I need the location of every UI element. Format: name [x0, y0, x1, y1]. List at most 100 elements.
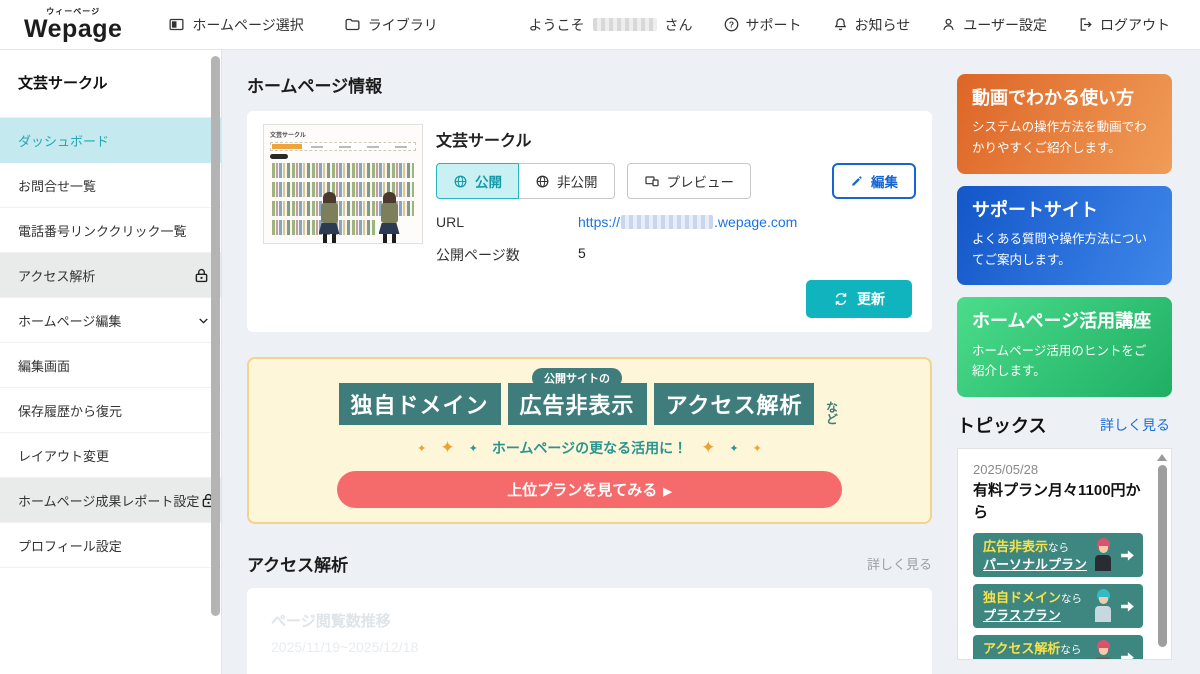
arrow-right-icon [1119, 649, 1136, 660]
person-icon [940, 16, 957, 33]
plan-banner-plus-domain[interactable]: 独自ドメインなら プラスプラン [973, 584, 1143, 628]
site-url-link[interactable]: https:// .wepage.com [578, 214, 797, 230]
sparkle-icon: ✦ [753, 442, 762, 455]
plan-banner-personal[interactable]: 広告非表示なら パーソナルプラン [973, 533, 1143, 577]
publish-toggle: 公開 非公開 [436, 163, 615, 199]
sidebar-item-inquiries[interactable]: お問合せ一覧 [0, 163, 221, 208]
topic-headline: 有料プラン月々1100円から [973, 480, 1143, 524]
topics-box: 2025/05/28 有料プラン月々1100円から 広告非表示なら パーソナルプ… [957, 448, 1172, 660]
right-column: 動画でわかる使い方 システムの操作方法を動画でわかりやすくご紹介します。 サポー… [945, 50, 1200, 674]
sidebar-item-access-analytics[interactable]: アクセス解析 [0, 253, 221, 298]
sidebar-item-layout-change[interactable]: レイアウト変更 [0, 433, 221, 478]
pencil-icon [850, 174, 864, 188]
plan-banner-plus-analytics[interactable]: アクセス解析なら プラスプラン [973, 635, 1143, 660]
analytics-card: ページ閲覧数推移 2025/11/19~2025/12/18 直近１ヶ月間 0件… [247, 588, 932, 674]
sparkle-icon: ✦ [701, 438, 715, 458]
edit-button[interactable]: 編集 [832, 163, 916, 199]
sidebar-item-report-settings[interactable]: ホームページ成果レポート設定 [0, 478, 221, 523]
sidebar-item-phone-link-clicks[interactable]: 電話番号リンククリック一覧 [0, 208, 221, 253]
logout-icon [1077, 16, 1094, 33]
library-illustration [270, 163, 416, 244]
wepage-logo[interactable]: ウィーページ Wepage [24, 8, 122, 42]
arrow-right-icon: ▶ [663, 486, 671, 498]
upgrade-promo-banner[interactable]: 独自ドメイン 公開サイトの 広告非表示 アクセス解析 など ✦ ✦ ✦ ホームペ… [247, 357, 932, 524]
redacted-subdomain [621, 215, 713, 229]
topic-date: 2025/05/28 [973, 462, 1143, 477]
svg-text:?: ? [728, 19, 733, 29]
url-label: URL [436, 214, 578, 230]
arrow-right-icon [1119, 598, 1136, 615]
bell-icon [832, 16, 849, 33]
topics-more-link[interactable]: 詳しく見る [1100, 415, 1170, 435]
topics-scrollbar[interactable] [1157, 454, 1167, 659]
chart-title: ページ閲覧数推移 [271, 610, 908, 631]
character-illustration [314, 192, 344, 244]
site-name: 文芸サークル [436, 127, 916, 151]
analytics-more-link[interactable]: 詳しく見る [867, 554, 932, 573]
folder-icon [344, 16, 361, 33]
feature-access-analytics: アクセス解析 [654, 383, 815, 425]
feature-tag: 公開サイトの [532, 368, 622, 388]
page-title: ホームページ情報 [247, 72, 932, 97]
character-illustration [1091, 589, 1115, 623]
scroll-up-arrow-icon[interactable] [1157, 454, 1167, 461]
sidebar-item-homepage-edit[interactable]: ホームページ編集 [0, 298, 221, 343]
preview-button[interactable]: プレビュー [627, 163, 752, 199]
sidebar-site-name: 文芸サークル [0, 50, 221, 118]
question-circle-icon: ? [723, 16, 740, 33]
notifications-menu[interactable]: お知らせ [832, 15, 911, 35]
update-button[interactable]: 更新 [806, 280, 912, 318]
top-navbar: ウィーページ Wepage ホームページ選択 ライブラリ ようこそ さん [0, 0, 1200, 50]
user-settings-menu[interactable]: ユーザー設定 [940, 15, 1047, 35]
topics-title: トピックス [957, 412, 1046, 438]
pages-count-row: 公開ページ数 5 [436, 245, 916, 265]
sidebar-item-edit-screen[interactable]: 編集画面 [0, 343, 221, 388]
etc-label: など [823, 401, 840, 425]
homepage-course-card[interactable]: ホームページ活用講座 ホームページ活用のヒントをご紹介します。 [957, 297, 1172, 397]
banner-tagline: ホームページの更なる活用に！ [492, 438, 687, 458]
sidebar-scrollbar[interactable] [211, 56, 220, 616]
character-illustration [1091, 538, 1115, 572]
main-content: ホームページ情報 文芸サークル [222, 50, 945, 674]
globe-icon [453, 174, 468, 189]
url-row: URL https:// .wepage.com [436, 214, 916, 230]
globe-icon [535, 174, 550, 189]
redacted-username [593, 18, 657, 31]
sparkle-icon: ✦ [469, 442, 478, 455]
main-nav: ホームページ選択 ライブラリ [168, 15, 437, 35]
pages-count-value: 5 [578, 245, 586, 265]
sidebar: 文芸サークル ダッシュボード お問合せ一覧 電話番号リンククリック一覧 アクセス… [0, 50, 222, 674]
sidebar-item-profile-settings[interactable]: プロフィール設定 [0, 523, 221, 568]
refresh-icon [833, 291, 849, 307]
feature-custom-domain: 独自ドメイン [339, 383, 501, 425]
wepage-dashboard: ウィーページ Wepage ホームページ選択 ライブラリ ようこそ さん [0, 0, 1200, 674]
sidebar-item-restore-history[interactable]: 保存履歴から復元 [0, 388, 221, 433]
site-thumbnail: 文芸サークル [263, 124, 423, 244]
nav-homepage-select[interactable]: ホームページ選択 [168, 15, 303, 35]
publish-button[interactable]: 公開 [436, 163, 519, 199]
sparkle-icon: ✦ [440, 438, 454, 458]
support-menu[interactable]: ? サポート [723, 15, 802, 35]
nav-library[interactable]: ライブラリ [344, 15, 438, 35]
video-guide-card[interactable]: 動画でわかる使い方 システムの操作方法を動画でわかりやすくご紹介します。 [957, 74, 1172, 174]
header-right: ようこそ さん ? サポート お知らせ ユーザー設定 [529, 15, 1170, 35]
arrow-right-icon [1119, 547, 1136, 564]
support-site-card[interactable]: サポートサイト よくある質問や操作方法についてご案内します。 [957, 186, 1172, 286]
preview-icon [644, 173, 660, 189]
sparkle-icon: ✦ [729, 442, 738, 455]
pages-count-label: 公開ページ数 [436, 245, 578, 265]
unpublish-button[interactable]: 非公開 [519, 163, 615, 199]
view-upper-plans-button[interactable]: 上位プランを見てみる▶ [337, 471, 842, 508]
feature-ad-free: 広告非表示 [508, 383, 647, 425]
sparkle-icon: ✦ [417, 442, 426, 455]
logout-menu[interactable]: ログアウト [1077, 15, 1170, 35]
homepage-select-icon [168, 16, 185, 33]
site-info-card: 文芸サークル [247, 111, 932, 332]
chevron-down-icon [196, 313, 211, 328]
sidebar-item-dashboard[interactable]: ダッシュボード [0, 118, 221, 163]
logo-text: Wepage [24, 17, 122, 42]
lock-icon [192, 266, 211, 285]
thumbnail-site-title: 文芸サークル [270, 130, 416, 139]
analytics-title: アクセス解析 [247, 551, 348, 576]
character-illustration [374, 192, 404, 244]
